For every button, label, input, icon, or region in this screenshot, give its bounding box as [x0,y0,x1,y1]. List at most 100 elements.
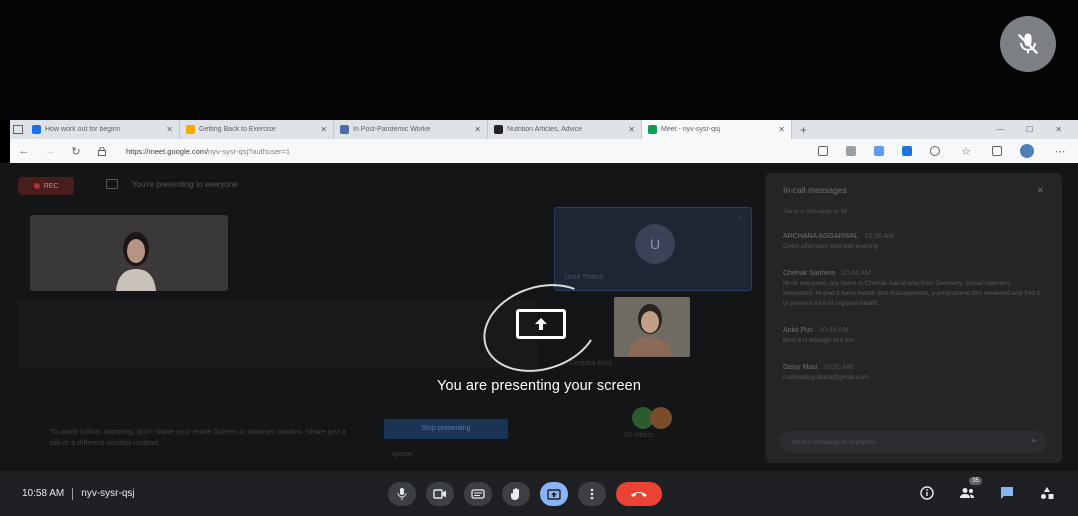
tab-title: Getting Back to Exercise [199,126,276,133]
chat-button[interactable] [998,484,1016,502]
message-author: Daisy Masi [783,364,818,371]
meeting-code: nyv-sysr-qsj [81,488,135,499]
call-controls [388,482,662,506]
message-time: 10:50 AM [823,364,853,371]
microphone-button[interactable] [388,482,416,506]
chat-title: In-call messages ✕ [783,185,1044,196]
recording-dot-icon [33,183,40,189]
extension-icon[interactable] [902,146,912,156]
leave-call-button[interactable] [616,482,662,506]
people-button[interactable]: 35 [958,477,982,502]
meeting-details-button[interactable] [918,484,936,502]
presenting-banner: You're presenting to everyone [106,179,238,189]
others-tile: 33 others [614,401,690,441]
message-time: 10:46 AM [818,327,849,334]
participant-video [116,232,156,291]
message-text: Good afternoon and well evening [783,243,879,250]
lock-icon [94,143,110,159]
divider [72,487,74,500]
tab-favicon-icon [340,125,349,134]
chat-message: ARCHANA AGGARWAL 10:26 AM Good afternoon … [783,233,1044,252]
mirroring-tip: To avoid infinity mirroring, don't share… [50,427,346,447]
chat-subtitle: Send a message to all [783,208,848,215]
presenting-message: You are presenting your screen [437,378,641,394]
new-tab-icon[interactable]: + [792,123,815,137]
more-options-button[interactable] [578,482,606,506]
tab-title: Nutrition Articles, Advice [507,126,583,133]
more-icon[interactable]: ⋯ [1052,143,1068,159]
chat-input[interactable]: Send a message to everyone ➤ [779,431,1047,453]
present-small-icon [106,179,118,189]
tab-close-icon[interactable]: ✕ [320,125,327,134]
presentation-area [18,299,538,369]
extension-puzzle-icon[interactable] [930,146,940,156]
participant-video [614,297,690,357]
browser-tab-active[interactable]: Meet - nyv-sysr-qsj ✕ [642,120,792,139]
collections-icon[interactable] [992,146,1002,156]
browser-extensions: ☆ ⋯ [818,143,1078,159]
profile-avatar[interactable] [1020,144,1034,158]
present-screen-icon [516,309,566,339]
extension-icon[interactable] [846,146,856,156]
browser-tab[interactable]: In Post-Pandemic Worke ✕ [334,120,488,139]
tab-favicon-icon [494,125,503,134]
close-icon[interactable]: ✕ [1037,185,1044,196]
stop-presenting-button[interactable]: Stop presenting [384,419,508,439]
side-controls: 35 [918,477,1056,502]
browser-address-bar: ← → ↻ https://meet.google.com/nyv-sysr-q… [10,139,1078,163]
chat-panel: In-call messages ✕ Send a message to all… [765,173,1062,463]
url-host: https://meet.google.com/ [126,146,209,156]
captions-icon [471,489,485,499]
meet-control-bar: 10:58 AM nyv-sysr-qsj 35 [0,471,1078,516]
send-icon[interactable]: ➤ [1030,436,1037,445]
participant-tile: ⁝⁝ U Urna Thakur [554,207,752,291]
tab-close-icon[interactable]: ✕ [474,125,481,134]
url-path: nyv-sysr-qsj?authuser=1 [208,146,291,156]
browser-tab[interactable]: Getting Back to Exercise ✕ [180,120,334,139]
ignore-link[interactable]: Ignore [392,451,412,458]
tab-title: How work out for beginn [45,126,121,133]
mic-icon [397,488,407,500]
captions-button[interactable] [464,482,492,506]
participant-name: Urna Thakur [565,274,604,281]
back-icon[interactable]: ← [16,143,32,159]
tab-favicon-icon [648,125,657,134]
chat-title-text: In-call messages [783,185,847,195]
activities-button[interactable] [1038,484,1056,502]
raise-hand-button[interactable] [502,482,530,506]
reload-icon[interactable]: ↻ [68,143,84,159]
chat-icon [1001,487,1013,499]
chat-message: Daisy Masi 10:50 AM malinidaisy.aleka@gma… [783,364,1044,383]
tab-close-icon[interactable]: ✕ [628,125,635,134]
window-close-icon[interactable]: ✕ [1055,125,1062,134]
tab-favicon-icon [186,125,195,134]
hand-icon [511,488,519,501]
message-time: 10:26 AM [864,233,895,240]
cast-icon[interactable] [818,146,828,156]
participant-name: Deepika Kaur [570,360,613,367]
minimize-icon[interactable]: — [996,125,1004,134]
message-text: malinidaisy.aleka@gmail.com [783,374,869,381]
camera-button[interactable] [426,482,454,506]
browser-tab[interactable]: Nutrition Articles, Advice ✕ [488,120,642,139]
maximize-icon[interactable]: ☐ [1026,125,1033,134]
favorites-icon[interactable]: ☆ [958,143,974,159]
mic-off-icon [1017,33,1039,55]
camera-icon [433,489,446,499]
extension-icon[interactable] [874,146,884,156]
tab-actions-icon[interactable] [10,122,26,138]
tab-close-icon[interactable]: ✕ [778,125,785,134]
browser-tab[interactable]: How work out for beginn ✕ [26,120,180,139]
message-author: Ankit Puri [783,327,813,334]
tab-close-icon[interactable]: ✕ [166,125,173,134]
presenting-banner-text: You're presenting to everyone [132,179,238,189]
tab-title: In Post-Pandemic Worke [353,126,431,133]
present-now-button[interactable] [540,482,568,506]
browser-tab-bar: How work out for beginn ✕ Getting Back t… [10,120,1078,139]
message-text: Best it is enough of it too [783,337,855,344]
message-author: Chehak Sanheta [783,270,836,277]
forward-icon[interactable]: → [42,143,58,159]
participant-video-tile [614,297,690,357]
url-field[interactable]: https://meet.google.com/nyv-sysr-qsj?aut… [126,147,290,156]
recording-badge: REC [18,177,74,195]
